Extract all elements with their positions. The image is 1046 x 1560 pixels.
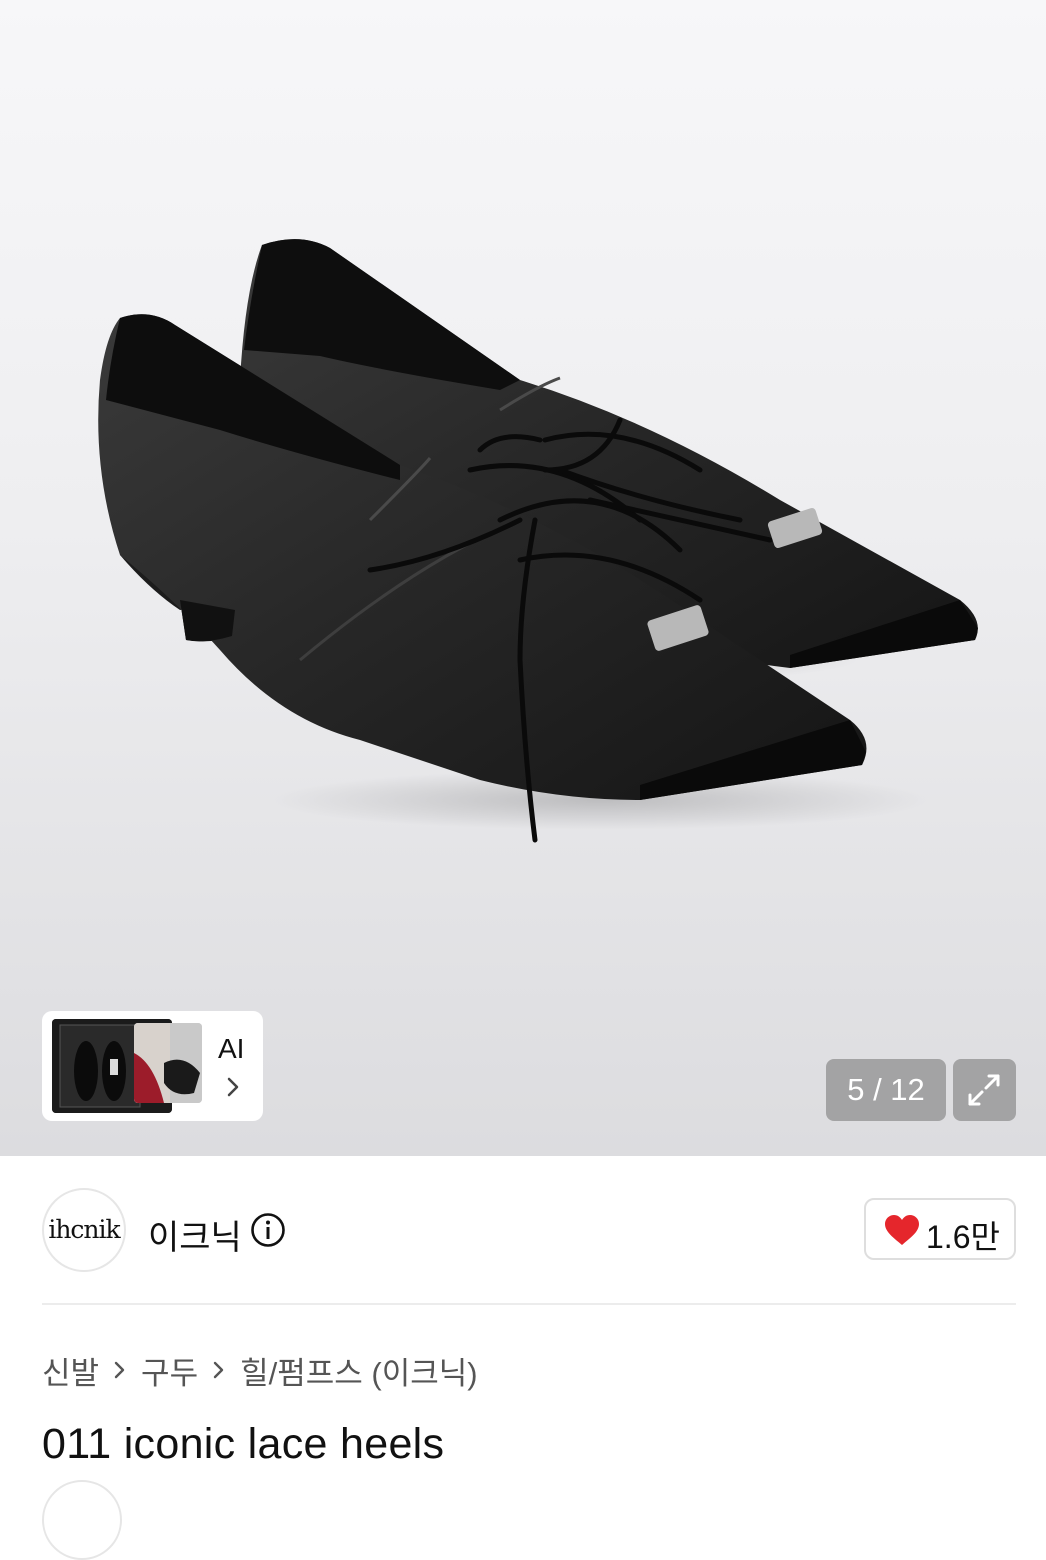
breadcrumb-item[interactable]: 신발 (42, 1348, 99, 1393)
image-counter: 5 / 12 (826, 1059, 946, 1121)
breadcrumb-item[interactable]: 구두 (141, 1348, 198, 1393)
heart-icon (885, 1215, 919, 1245)
brand-logo[interactable]: ihcnik (42, 1188, 126, 1272)
like-button[interactable]: 1.6만 (864, 1198, 1016, 1260)
chevron-right-icon (114, 1361, 125, 1379)
brand-row: ihcnik 이크닉 1.6만 (42, 1188, 1016, 1272)
breadcrumb-item[interactable]: 힐/펌프스 (이크닉) (240, 1348, 478, 1393)
ai-label: AI (218, 1033, 245, 1064)
brand-name[interactable]: 이크닉 (148, 1210, 242, 1259)
expand-icon (968, 1074, 1000, 1106)
ai-thumbnail-model-photo (134, 1023, 202, 1103)
breadcrumb: 신발 구두 힐/펌프스 (이크닉) (42, 1348, 478, 1393)
avatar (42, 1480, 122, 1560)
ai-recommend-card[interactable]: AI (42, 1011, 263, 1121)
divider (42, 1303, 1016, 1305)
info-icon[interactable] (250, 1212, 286, 1248)
product-image-gallery[interactable]: AI 5 / 12 (0, 0, 1046, 1156)
product-title: 011 iconic lace heels (42, 1420, 445, 1468)
chevron-right-icon (213, 1361, 224, 1379)
product-photo[interactable] (0, 0, 1046, 1156)
expand-button[interactable] (953, 1059, 1016, 1121)
like-count: 1.6만 (926, 1219, 1000, 1255)
chevron-right-icon (227, 1077, 239, 1097)
